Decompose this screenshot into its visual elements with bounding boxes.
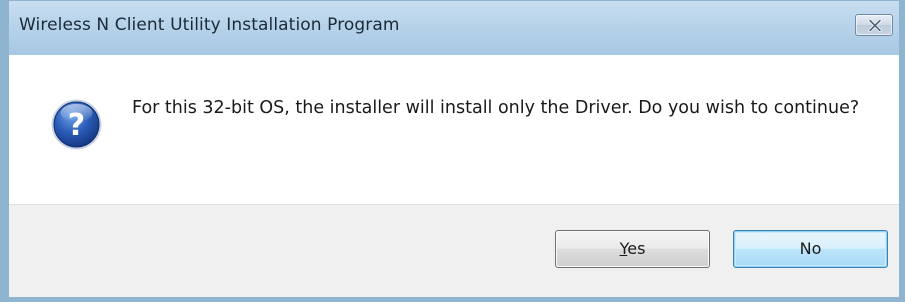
question-icon: ? [51,99,102,150]
title-bar[interactable]: Wireless N Client Utility Installation P… [9,1,899,55]
button-bar: Yes No [9,204,899,297]
close-button[interactable] [855,14,893,36]
dialog-message: For this 32-bit OS, the installer will i… [132,98,860,118]
no-button[interactable]: No [733,230,888,268]
yes-label: es [627,239,646,258]
close-icon [868,19,882,32]
dialog-window: Wireless N Client Utility Installation P… [0,0,905,302]
window-title: Wireless N Client Utility Installation P… [19,15,400,35]
yes-button[interactable]: Yes [555,230,710,268]
dialog-content: ? For this 32-bit OS, the installer will… [9,55,899,204]
svg-text:?: ? [68,108,85,143]
